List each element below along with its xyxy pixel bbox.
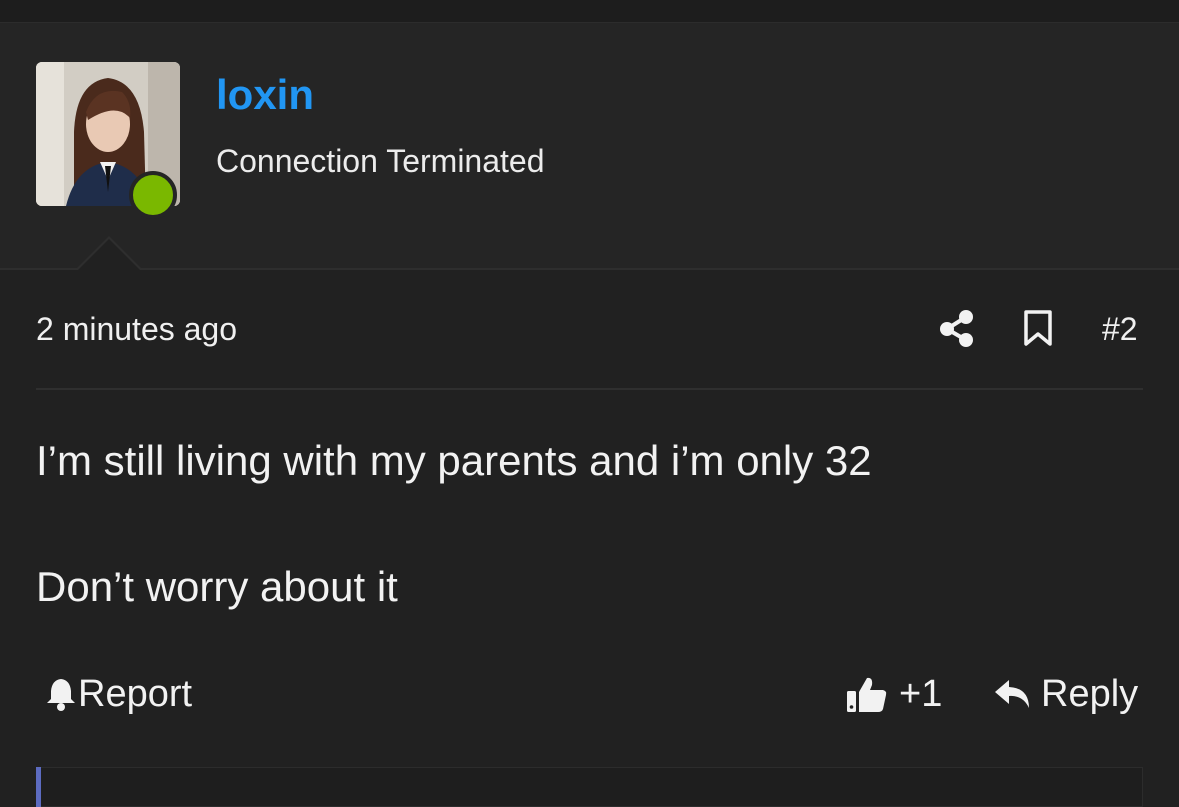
post-timestamp[interactable]: 2 minutes ago — [36, 310, 237, 348]
online-status-indicator — [129, 171, 177, 219]
report-label: Report — [78, 673, 193, 715]
top-bar — [0, 0, 1179, 23]
reply-icon — [995, 680, 1029, 708]
header-divider — [0, 268, 1179, 270]
quote-box — [36, 767, 1143, 807]
meta-divider — [36, 388, 1143, 390]
post-content-line: I’m still living with my parents and i’m… — [36, 437, 872, 484]
like-count: +1 — [899, 673, 943, 715]
user-title: Connection Terminated — [216, 143, 545, 179]
username[interactable]: loxin — [216, 70, 314, 120]
post-number[interactable]: #2 — [1102, 310, 1138, 348]
header-pointer-inner — [78, 239, 140, 270]
report-button[interactable]: Report — [44, 672, 192, 716]
reply-label: Reply — [1041, 673, 1139, 715]
bell-icon — [47, 679, 75, 711]
thumbs-up-icon — [847, 677, 887, 712]
like-button[interactable]: +1 — [845, 672, 942, 716]
share-icon[interactable] — [939, 309, 975, 347]
bookmark-icon[interactable] — [1023, 309, 1053, 347]
quote-accent-bar — [36, 767, 41, 807]
post-content-line: Don’t worry about it — [36, 563, 398, 610]
reply-button[interactable]: Reply — [993, 672, 1138, 716]
